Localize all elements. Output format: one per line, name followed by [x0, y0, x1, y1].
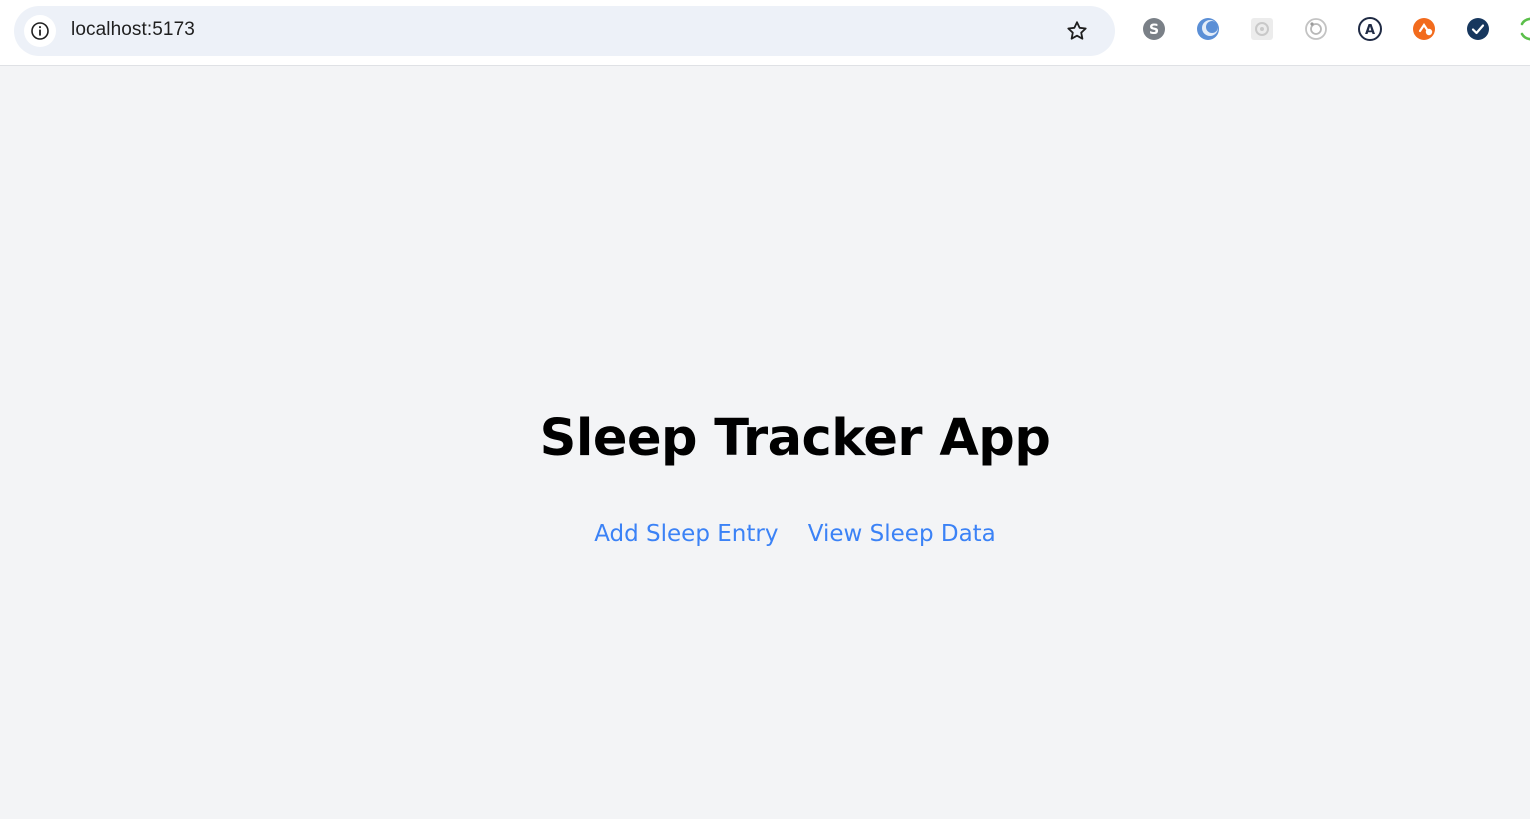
check-extension-icon — [1467, 18, 1489, 40]
url-text[interactable]: localhost:5173 — [71, 19, 195, 41]
green-extension-icon — [1520, 17, 1530, 41]
green-extension-button[interactable] — [1518, 16, 1530, 42]
camera-extension-icon — [1305, 18, 1327, 40]
gear-extension-button[interactable] — [1249, 16, 1275, 42]
orange-extension-button[interactable] — [1411, 16, 1437, 42]
address-bar[interactable]: localhost:5173 — [14, 6, 1115, 56]
orange-extension-icon — [1413, 18, 1435, 40]
svg-text:S: S — [1149, 22, 1159, 38]
star-icon — [1067, 21, 1087, 40]
crescent-extension-icon — [1197, 18, 1219, 40]
page-title: Sleep Tracker App — [539, 409, 1051, 468]
app-main: Sleep Tracker App Add Sleep Entry View S… — [0, 66, 1530, 819]
a-extension-button[interactable]: A — [1357, 16, 1383, 42]
app-nav: Add Sleep Entry View Sleep Data — [0, 521, 1530, 547]
browser-toolbar: localhost:5173 S A — [0, 0, 1530, 66]
gear-extension-icon — [1251, 18, 1273, 40]
info-icon — [31, 22, 49, 40]
camera-extension-button[interactable] — [1303, 16, 1329, 42]
skype-extension-button[interactable]: S — [1141, 16, 1167, 42]
a-extension-icon: A — [1358, 17, 1382, 41]
crescent-extension-button[interactable] — [1195, 16, 1221, 42]
site-info-button[interactable] — [24, 15, 56, 47]
view-sleep-data-link[interactable]: View Sleep Data — [808, 521, 996, 547]
bookmark-star-button[interactable] — [1063, 17, 1091, 45]
check-extension-button[interactable] — [1465, 16, 1491, 42]
skype-icon: S — [1143, 18, 1165, 40]
add-sleep-entry-link[interactable]: Add Sleep Entry — [594, 521, 778, 547]
svg-text:A: A — [1365, 23, 1375, 38]
